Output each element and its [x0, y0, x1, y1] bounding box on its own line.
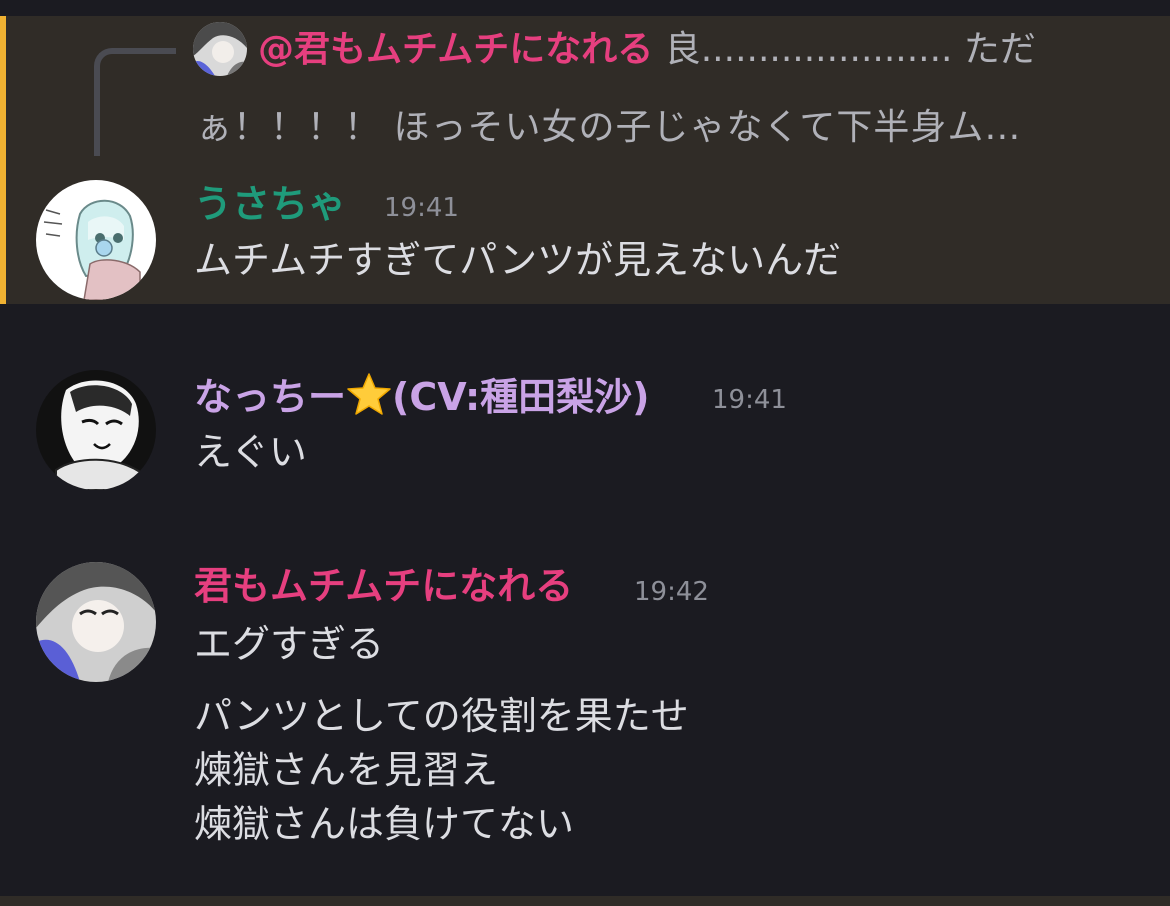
- next-message-edge: [0, 896, 1170, 906]
- reply-preview-text: 良...................... ただ: [664, 29, 1036, 70]
- reply-connector: [94, 48, 176, 156]
- timestamp: 19:41: [384, 193, 459, 223]
- message-text: ムチムチすぎてパンツが見えないんだ: [194, 238, 842, 282]
- message-text: えぐい: [194, 430, 307, 474]
- message-text: エグすぎる: [194, 622, 385, 666]
- timestamp: 19:41: [712, 385, 787, 415]
- avatar-kimomo[interactable]: [36, 562, 156, 682]
- reply-preview-line1[interactable]: @君もムチムチになれる 良...................... ただ: [258, 26, 1158, 74]
- timestamp: 19:42: [634, 577, 709, 607]
- mention-highlight-bar: [0, 16, 6, 304]
- star-emoji-icon: [347, 373, 391, 415]
- avatar-usacha[interactable]: [36, 180, 156, 300]
- reply-avatar[interactable]: [193, 22, 247, 76]
- message-text: 煉獄さんは負けてない: [194, 802, 575, 846]
- reply-preview-line2: ぁ！！！！ ほっそい女の子じゃなくて下半身ム…: [196, 107, 1022, 148]
- username-kimomo[interactable]: 君もムチムチになれる: [194, 562, 573, 610]
- message-text: 煉獄さんを見習え: [194, 748, 499, 792]
- username-nacchi[interactable]: なっちー (CV:種田梨沙): [194, 372, 650, 421]
- message-text: パンツとしての役割を果たせ: [194, 694, 689, 738]
- avatar-nacchi[interactable]: [36, 370, 156, 490]
- username-usacha[interactable]: うさちゃ: [194, 180, 346, 228]
- reply-mention[interactable]: @君もムチムチになれる: [258, 29, 653, 70]
- previous-message-edge: [0, 0, 1170, 16]
